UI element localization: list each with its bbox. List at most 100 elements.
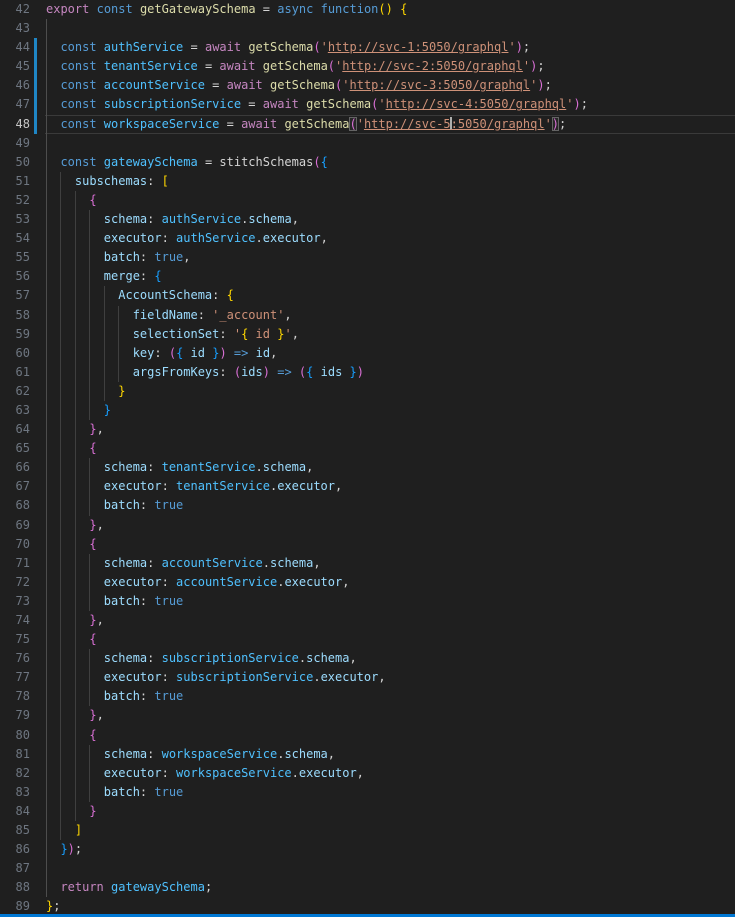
code-line[interactable]: 87: [0, 859, 735, 878]
code-line[interactable]: 46const accountService = await getSchema…: [0, 76, 735, 95]
code-line[interactable]: 79},: [0, 706, 735, 725]
code-line[interactable]: 74},: [0, 611, 735, 630]
code-line[interactable]: 42export const getGatewaySchema = async …: [0, 0, 735, 19]
code-editor[interactable]: 42export const getGatewaySchema = async …: [0, 0, 735, 917]
code-line[interactable]: 73batch: true: [0, 592, 735, 611]
line-number[interactable]: 75: [0, 630, 30, 649]
line-number[interactable]: 42: [0, 0, 30, 19]
code-line[interactable]: 44const authService = await getSchema('h…: [0, 38, 735, 57]
code-line[interactable]: 53schema: authService.schema,: [0, 210, 735, 229]
line-number[interactable]: 62: [0, 382, 30, 401]
code-line[interactable]: 54executor: authService.executor,: [0, 229, 735, 248]
code-line[interactable]: 82executor: workspaceService.executor,: [0, 764, 735, 783]
code-line[interactable]: 69},: [0, 516, 735, 535]
line-number[interactable]: 79: [0, 706, 30, 725]
line-number[interactable]: 71: [0, 554, 30, 573]
code-line[interactable]: 55batch: true,: [0, 248, 735, 267]
line-number[interactable]: 61: [0, 363, 30, 382]
line-number[interactable]: 65: [0, 439, 30, 458]
code-line[interactable]: 57AccountSchema: {: [0, 286, 735, 305]
line-number[interactable]: 74: [0, 611, 30, 630]
code-line[interactable]: 77executor: subscriptionService.executor…: [0, 668, 735, 687]
code-line[interactable]: 60key: ({ id }) => id,: [0, 344, 735, 363]
line-number[interactable]: 88: [0, 878, 30, 897]
line-number[interactable]: 64: [0, 420, 30, 439]
line-number[interactable]: 72: [0, 573, 30, 592]
code-line[interactable]: 52{: [0, 191, 735, 210]
code-token: ': [284, 327, 291, 341]
indent-guide: [75, 573, 76, 592]
code-line[interactable]: 70{: [0, 535, 735, 554]
line-number[interactable]: 78: [0, 687, 30, 706]
line-number[interactable]: 73: [0, 592, 30, 611]
code-line[interactable]: 45const tenantService = await getSchema(…: [0, 57, 735, 76]
code-line[interactable]: 59selectionSet: '{ id }',: [0, 325, 735, 344]
line-number[interactable]: 45: [0, 57, 30, 76]
line-number[interactable]: 80: [0, 726, 30, 745]
code-line[interactable]: 75{: [0, 630, 735, 649]
line-number[interactable]: 57: [0, 286, 30, 305]
line-number[interactable]: 52: [0, 191, 30, 210]
line-number[interactable]: 58: [0, 306, 30, 325]
code-line[interactable]: 68batch: true: [0, 496, 735, 515]
line-number[interactable]: 63: [0, 401, 30, 420]
code-line[interactable]: 71schema: accountService.schema,: [0, 554, 735, 573]
code-line[interactable]: 64},: [0, 420, 735, 439]
line-number[interactable]: 46: [0, 76, 30, 95]
code-line[interactable]: 88return gatewaySchema;: [0, 878, 735, 897]
line-number[interactable]: 54: [0, 229, 30, 248]
code-line[interactable]: 80{: [0, 726, 735, 745]
line-number[interactable]: 84: [0, 802, 30, 821]
line-number[interactable]: 50: [0, 153, 30, 172]
code-line[interactable]: 50const gatewaySchema = stitchSchemas({: [0, 153, 735, 172]
code-line[interactable]: 51subschemas: [: [0, 172, 735, 191]
line-number[interactable]: 51: [0, 172, 30, 191]
code-line[interactable]: 76schema: subscriptionService.schema,: [0, 649, 735, 668]
code-line[interactable]: 83batch: true: [0, 783, 735, 802]
line-number[interactable]: 43: [0, 19, 30, 38]
line-number[interactable]: 67: [0, 477, 30, 496]
code-line[interactable]: 84}: [0, 802, 735, 821]
line-number[interactable]: 56: [0, 267, 30, 286]
line-number[interactable]: 59: [0, 325, 30, 344]
line-number[interactable]: 49: [0, 134, 30, 153]
line-number[interactable]: 77: [0, 668, 30, 687]
line-number[interactable]: 87: [0, 859, 30, 878]
line-number[interactable]: 85: [0, 821, 30, 840]
line-number[interactable]: 68: [0, 496, 30, 515]
code-line[interactable]: 48const workspaceService = await getSche…: [0, 115, 735, 134]
line-number[interactable]: 81: [0, 745, 30, 764]
line-number[interactable]: 44: [0, 38, 30, 57]
code-line[interactable]: 43: [0, 19, 735, 38]
code-line[interactable]: 72executor: accountService.executor,: [0, 573, 735, 592]
line-number[interactable]: 76: [0, 649, 30, 668]
line-number[interactable]: 66: [0, 458, 30, 477]
line-number[interactable]: 47: [0, 95, 30, 114]
line-number[interactable]: 82: [0, 764, 30, 783]
code-line[interactable]: 63}: [0, 401, 735, 420]
line-number[interactable]: 55: [0, 248, 30, 267]
line-number[interactable]: 86: [0, 840, 30, 859]
line-number[interactable]: 69: [0, 516, 30, 535]
code-token: [97, 155, 104, 169]
code-line[interactable]: 78batch: true: [0, 687, 735, 706]
code-line[interactable]: 58fieldName: '_account',: [0, 306, 735, 325]
code-line[interactable]: 85]: [0, 821, 735, 840]
line-number[interactable]: 83: [0, 783, 30, 802]
code-line[interactable]: 81schema: workspaceService.schema,: [0, 745, 735, 764]
code-line[interactable]: 66schema: tenantService.schema,: [0, 458, 735, 477]
code-line[interactable]: 65{: [0, 439, 735, 458]
line-number[interactable]: 70: [0, 535, 30, 554]
code-line[interactable]: 47const subscriptionService = await getS…: [0, 95, 735, 114]
code-line[interactable]: 56merge: {: [0, 267, 735, 286]
code-line[interactable]: 86});: [0, 840, 735, 859]
line-number[interactable]: 48: [0, 115, 30, 134]
indent-guide: [60, 764, 61, 783]
code-line[interactable]: 61argsFromKeys: (ids) => ({ ids }): [0, 363, 735, 382]
code-line[interactable]: 62}: [0, 382, 735, 401]
line-number[interactable]: 60: [0, 344, 30, 363]
code-token: :: [162, 670, 176, 684]
code-line[interactable]: 49: [0, 134, 735, 153]
code-line[interactable]: 67executor: tenantService.executor,: [0, 477, 735, 496]
line-number[interactable]: 53: [0, 210, 30, 229]
